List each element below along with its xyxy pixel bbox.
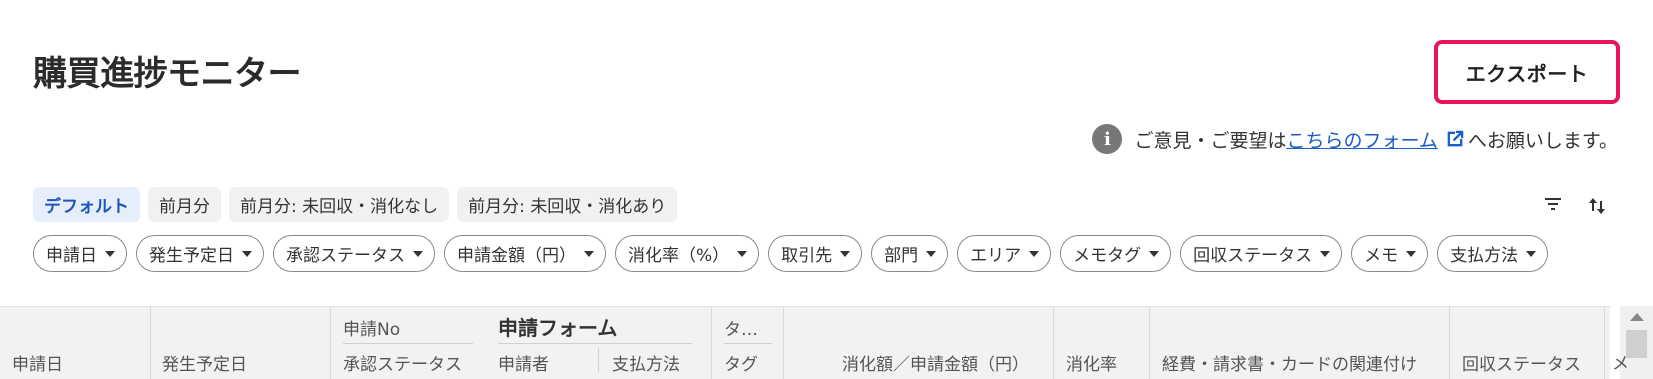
column-header-applicant[interactable]: 申請者 bbox=[498, 350, 549, 375]
column-header-approval-status[interactable]: 承認ステータス bbox=[343, 350, 462, 375]
filter-apply-amount[interactable]: 申請金額（円） bbox=[444, 235, 606, 272]
page-title: 購買進捗モニター bbox=[33, 54, 302, 94]
caret-down-icon bbox=[242, 250, 252, 257]
column-header-apply-date[interactable]: 申請日 bbox=[12, 350, 63, 375]
column-header-tag[interactable]: タグ bbox=[724, 350, 758, 375]
column-divider bbox=[1053, 307, 1054, 379]
caret-down-icon bbox=[1149, 250, 1160, 257]
filter-memo-tag[interactable]: メモタグ bbox=[1060, 235, 1172, 272]
table-header: 申請日 発生予定日 申請No 承認ステータス 申請フォーム 申請者 支払方法 タ… bbox=[0, 306, 1610, 379]
export-button[interactable]: エクスポート bbox=[1434, 40, 1620, 104]
caret-down-icon bbox=[926, 250, 937, 257]
view-chip-default[interactable]: デフォルト bbox=[33, 187, 140, 222]
filter-area[interactable]: エリア bbox=[957, 235, 1052, 272]
filter-consumption-rate[interactable]: 消化率（%） bbox=[615, 235, 760, 272]
column-group-apply-form: 申請フォーム bbox=[498, 316, 618, 340]
column-header-collection-status[interactable]: 回収ステータス bbox=[1462, 350, 1581, 375]
feedback-form-link[interactable]: こちらのフォーム bbox=[1286, 126, 1437, 153]
column-header-truncated[interactable]: タ… bbox=[724, 315, 758, 340]
filter-approval-status[interactable]: 承認ステータス bbox=[273, 235, 435, 272]
sort-icon[interactable] bbox=[1587, 196, 1607, 216]
view-chip-last-month-uncollected-unconsumed[interactable]: 前月分: 未回収・消化なし bbox=[229, 187, 450, 222]
filter-icon[interactable] bbox=[1543, 196, 1563, 212]
filter-bar: 申請日 発生予定日 承認ステータス 申請金額（円） 消化率（%） 取引先 部門 … bbox=[33, 235, 1549, 272]
caret-down-icon bbox=[1320, 250, 1331, 257]
feedback-prefix: ご意見・ご要望は bbox=[1134, 129, 1287, 152]
caret-down-icon bbox=[584, 250, 594, 257]
vertical-scrollbar[interactable]: メ bbox=[1612, 306, 1653, 379]
export-button-label: エクスポート bbox=[1465, 61, 1589, 86]
column-header-apply-no[interactable]: 申請No bbox=[343, 315, 400, 340]
column-divider bbox=[150, 307, 151, 379]
sub-divider bbox=[724, 343, 772, 344]
filter-payment-method[interactable]: 支払方法 bbox=[1437, 235, 1549, 272]
column-header-due-date[interactable]: 発生予定日 bbox=[162, 350, 247, 375]
filter-department[interactable]: 部門 bbox=[871, 235, 949, 272]
caret-down-icon bbox=[105, 250, 115, 257]
feedback-suffix: へお願いします。 bbox=[1467, 129, 1618, 152]
feedback-notice: i ご意見・ご要望は こちらのフォーム へお願いします。 bbox=[1092, 124, 1618, 154]
filter-vendor[interactable]: 取引先 bbox=[768, 235, 863, 272]
scrollbar-thumb[interactable] bbox=[1626, 330, 1647, 358]
column-divider bbox=[1449, 307, 1450, 379]
column-divider bbox=[1604, 307, 1605, 379]
scroll-up-icon[interactable] bbox=[1630, 313, 1644, 321]
caret-down-icon bbox=[413, 250, 423, 257]
caret-down-icon bbox=[737, 250, 748, 257]
column-header-consumed-amount[interactable]: 消化額／申請金額（円） bbox=[842, 350, 1029, 375]
sub-divider bbox=[598, 348, 599, 372]
filter-due-date[interactable]: 発生予定日 bbox=[136, 235, 264, 272]
caret-down-icon bbox=[1406, 250, 1417, 257]
column-divider bbox=[330, 307, 331, 379]
view-chip-last-month-uncollected-consumed[interactable]: 前月分: 未回収・消化あり bbox=[457, 187, 678, 222]
filter-collection-status[interactable]: 回収ステータス bbox=[1180, 235, 1343, 272]
column-divider bbox=[711, 307, 712, 379]
column-header-linkage[interactable]: 経費・請求書・カードの関連付け bbox=[1162, 350, 1417, 375]
sub-divider bbox=[498, 343, 692, 344]
column-header-payment-method[interactable]: 支払方法 bbox=[612, 350, 680, 375]
column-divider bbox=[1149, 307, 1150, 379]
column-header-consumption-rate[interactable]: 消化率 bbox=[1066, 350, 1117, 375]
caret-down-icon bbox=[1029, 250, 1040, 257]
sub-divider bbox=[343, 343, 473, 344]
filter-apply-date[interactable]: 申請日 bbox=[33, 235, 127, 272]
saved-views: デフォルト 前月分 前月分: 未回収・消化なし 前月分: 未回収・消化あり bbox=[33, 187, 678, 222]
column-divider bbox=[783, 307, 784, 379]
caret-down-icon bbox=[840, 250, 851, 257]
filter-memo[interactable]: メモ bbox=[1351, 235, 1429, 272]
info-icon: i bbox=[1092, 124, 1123, 154]
caret-down-icon bbox=[1526, 250, 1537, 257]
external-link-icon[interactable] bbox=[1444, 128, 1466, 150]
view-chip-last-month[interactable]: 前月分 bbox=[148, 187, 221, 222]
